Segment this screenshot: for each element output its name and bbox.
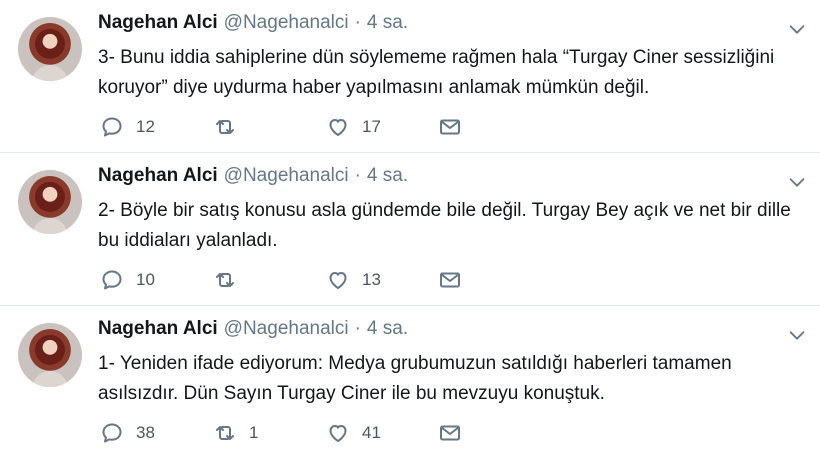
retweet-icon — [216, 120, 234, 134]
author-name[interactable]: Nagehan Alci — [98, 12, 218, 34]
like-count: 13 — [362, 270, 381, 289]
tweet-timestamp[interactable]: 4 sa. — [367, 165, 408, 187]
tweet-timestamp[interactable]: 4 sa. — [367, 318, 408, 340]
retweet-button[interactable]: 1 — [213, 419, 258, 447]
retweet-icon — [216, 426, 234, 440]
tweet-header: Nagehan Alci @Nagehanalci · 4 sa. — [98, 318, 408, 344]
retweet-button[interactable] — [213, 113, 249, 141]
author-name[interactable]: Nagehan Alci — [98, 318, 218, 340]
tweet-text: 1- Yeniden ifade ediyorum: Medya grubumu… — [98, 353, 732, 404]
author-handle[interactable]: @Nagehanalci — [224, 165, 349, 187]
envelope-icon — [440, 425, 460, 441]
tweet-actions: 38 1 41 — [100, 419, 540, 447]
tweet-text: 3- Bunu iddia sahiplerine dün söylememe … — [98, 47, 775, 98]
chevron-down-icon[interactable] — [786, 18, 808, 40]
reply-button[interactable]: 12 — [100, 113, 155, 141]
reply-icon — [102, 423, 122, 443]
reply-button[interactable]: 10 — [100, 266, 155, 294]
author-handle[interactable]: @Nagehanalci — [224, 318, 349, 340]
tweet[interactable]: Nagehan Alci @Nagehanalci · 4 sa. 2- Böy… — [0, 153, 820, 306]
direct-message-button[interactable] — [438, 113, 462, 141]
tweet-actions: 10 13 — [100, 266, 540, 294]
chevron-down-icon[interactable] — [786, 171, 808, 193]
reply-icon — [102, 270, 122, 290]
tweet-header: Nagehan Alci @Nagehanalci · 4 sa. — [98, 165, 408, 191]
reply-count: 12 — [136, 117, 155, 136]
reply-count: 38 — [136, 423, 155, 442]
like-count: 17 — [362, 117, 381, 136]
tweet-timestamp[interactable]: 4 sa. — [367, 12, 408, 34]
reply-icon — [102, 117, 122, 137]
author-name[interactable]: Nagehan Alci — [98, 165, 218, 187]
like-count: 41 — [362, 423, 381, 442]
direct-message-button[interactable] — [438, 419, 462, 447]
tweet-actions: 12 17 — [100, 113, 540, 141]
avatar[interactable] — [18, 170, 82, 234]
tweet-timeline: Nagehan Alci @Nagehanalci · 4 sa. 3- Bun… — [0, 0, 820, 460]
chevron-down-icon[interactable] — [786, 324, 808, 346]
tweet-header: Nagehan Alci @Nagehanalci · 4 sa. — [98, 12, 408, 38]
envelope-icon — [440, 119, 460, 135]
like-button[interactable]: 41 — [326, 419, 381, 447]
reply-button[interactable]: 38 — [100, 419, 155, 447]
heart-icon — [329, 119, 347, 136]
retweet-button[interactable] — [213, 266, 249, 294]
like-button[interactable]: 13 — [326, 266, 381, 294]
avatar[interactable] — [18, 323, 82, 387]
retweet-count: 1 — [249, 423, 259, 442]
tweet-text: 2- Böyle bir satış konusu asla gündemde … — [98, 200, 791, 251]
retweet-icon — [216, 273, 234, 287]
tweet[interactable]: Nagehan Alci @Nagehanalci · 4 sa. 3- Bun… — [0, 0, 820, 153]
envelope-icon — [440, 272, 460, 288]
heart-icon — [329, 272, 347, 289]
author-handle[interactable]: @Nagehanalci — [224, 12, 349, 34]
heart-icon — [329, 425, 347, 442]
direct-message-button[interactable] — [438, 266, 462, 294]
reply-count: 10 — [136, 270, 155, 289]
like-button[interactable]: 17 — [326, 113, 381, 141]
header-separator: · — [354, 165, 361, 186]
tweet[interactable]: Nagehan Alci @Nagehanalci · 4 sa. 1- Yen… — [0, 306, 820, 460]
header-separator: · — [354, 318, 361, 339]
header-separator: · — [354, 12, 361, 33]
avatar[interactable] — [18, 17, 82, 81]
